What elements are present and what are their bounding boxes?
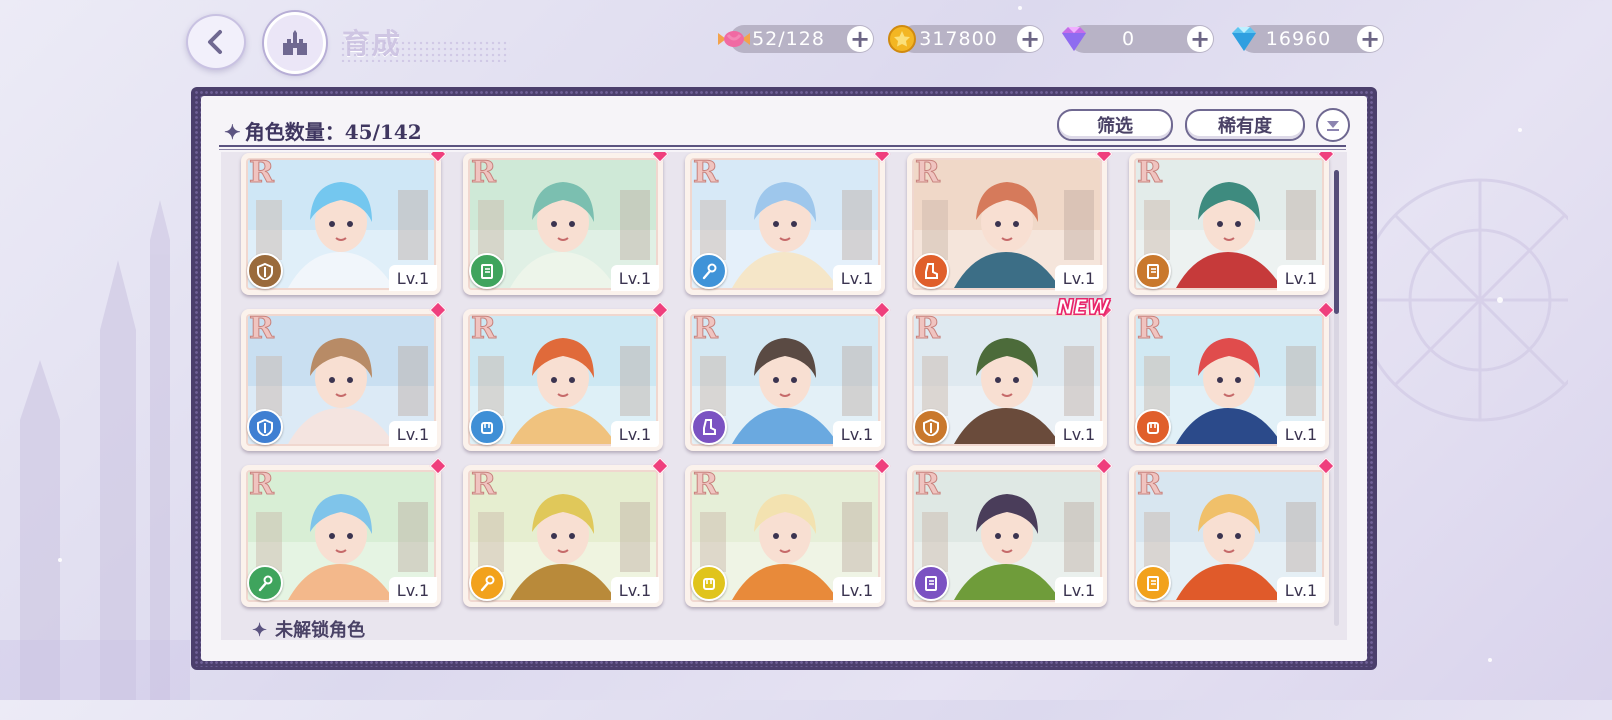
character-card[interactable]: R Lv.1 (907, 301, 1113, 451)
character-card[interactable]: R Lv.1 (907, 152, 1113, 295)
rarity-badge: R (915, 311, 941, 347)
rarity-badge: R (693, 311, 719, 347)
level-label: Lv.1 (1277, 265, 1325, 291)
blue-diamond-icon (1232, 27, 1256, 51)
rarity-badge: R (249, 467, 275, 503)
rarity-badge: R (693, 467, 719, 503)
level-label: Lv.1 (833, 265, 881, 291)
fist-role-icon (469, 409, 505, 445)
character-card[interactable]: R Lv.1 (463, 301, 669, 451)
rarity-badge: R (471, 155, 497, 191)
book-role-icon (913, 565, 949, 601)
level-label: Lv.1 (389, 577, 437, 603)
level-label: Lv.1 (611, 421, 659, 447)
rarity-badge: R (915, 155, 941, 191)
level-label: Lv.1 (611, 265, 659, 291)
rarity-badge: R (915, 467, 941, 503)
level-label: Lv.1 (389, 421, 437, 447)
locked-characters-label[interactable]: ✦ 未解锁角色 (252, 616, 365, 642)
resource-stamina: 52/128 + (718, 25, 874, 53)
add-paid-gems-button[interactable]: + (1187, 26, 1213, 52)
filter-button[interactable]: 筛选 (1057, 109, 1173, 141)
add-gems-button[interactable]: + (1357, 26, 1383, 52)
sparkle-icon: ✦ (224, 120, 241, 144)
level-label: Lv.1 (389, 265, 437, 291)
new-badge: NEW (1056, 295, 1110, 320)
level-label: Lv.1 (833, 577, 881, 603)
character-grid: R Lv.1 R Lv.1 R Lv.1 R Lv.1 R Lv.1 R Lv.… (221, 152, 1347, 640)
candy-icon (718, 31, 750, 47)
rarity-sort-button[interactable]: 稀有度 (1185, 109, 1305, 141)
character-card[interactable]: R Lv.1 (907, 457, 1113, 607)
book-role-icon (1135, 565, 1171, 601)
rarity-badge: R (1137, 467, 1163, 503)
level-label: Lv.1 (611, 577, 659, 603)
add-coins-button[interactable]: + (1017, 26, 1043, 52)
character-card[interactable]: R Lv.1 (463, 457, 669, 607)
character-card[interactable]: R Lv.1 (685, 301, 891, 451)
character-card[interactable]: R Lv.1 (1129, 301, 1335, 451)
sparkle-icon: ✦ (252, 620, 268, 641)
character-card[interactable]: R Lv.1 (685, 152, 891, 295)
title-decoration (340, 40, 510, 62)
pink-diamond-icon (1062, 27, 1086, 51)
character-card[interactable]: R Lv.1 (241, 301, 447, 451)
resource-coins: 317800 + (888, 25, 1044, 53)
back-button[interactable] (186, 14, 246, 70)
fist-role-icon (1135, 409, 1171, 445)
divider (219, 145, 1346, 147)
chevron-down-icon (1327, 121, 1339, 131)
level-label: Lv.1 (833, 421, 881, 447)
castle-icon (283, 30, 307, 55)
resource-gems: 16960 + (1232, 25, 1384, 53)
resource-paid-gems: 0 + (1062, 25, 1214, 53)
level-label: Lv.1 (1055, 421, 1103, 447)
gold-coin-icon (888, 25, 916, 53)
character-card[interactable]: R Lv.1 (241, 152, 447, 295)
shield-role-icon (247, 253, 283, 289)
character-card[interactable]: R Lv.1 (463, 152, 669, 295)
add-stamina-button[interactable]: + (847, 26, 873, 52)
level-label: Lv.1 (1055, 265, 1103, 291)
level-label: Lv.1 (1055, 577, 1103, 603)
scrollbar-thumb[interactable] (1334, 170, 1339, 314)
staff-role-icon (691, 253, 727, 289)
level-label: Lv.1 (1277, 421, 1325, 447)
book-role-icon (1135, 253, 1171, 289)
rarity-badge: R (249, 155, 275, 191)
boot-role-icon (913, 253, 949, 289)
sort-order-toggle[interactable] (1316, 108, 1350, 142)
character-card[interactable]: R Lv.1 (241, 457, 447, 607)
home-button[interactable] (264, 12, 326, 74)
rarity-badge: R (1137, 155, 1163, 191)
rarity-badge: R (471, 311, 497, 347)
level-label: Lv.1 (1277, 577, 1325, 603)
divider (219, 149, 1346, 150)
staff-role-icon (247, 565, 283, 601)
character-card[interactable]: R Lv.1 (1129, 152, 1335, 295)
rarity-badge: R (249, 311, 275, 347)
chevron-left-icon (208, 30, 222, 54)
shield-role-icon (913, 409, 949, 445)
rarity-badge: R (693, 155, 719, 191)
character-card[interactable]: R Lv.1 (685, 457, 891, 607)
shield-role-icon (247, 409, 283, 445)
fist-role-icon (691, 565, 727, 601)
character-card[interactable]: R Lv.1 (1129, 457, 1335, 607)
book-role-icon (469, 253, 505, 289)
staff-role-icon (469, 565, 505, 601)
character-count: ✦ 角色数量：45/142 (224, 120, 422, 144)
rarity-badge: R (471, 467, 497, 503)
rarity-badge: R (1137, 311, 1163, 347)
boot-role-icon (691, 409, 727, 445)
